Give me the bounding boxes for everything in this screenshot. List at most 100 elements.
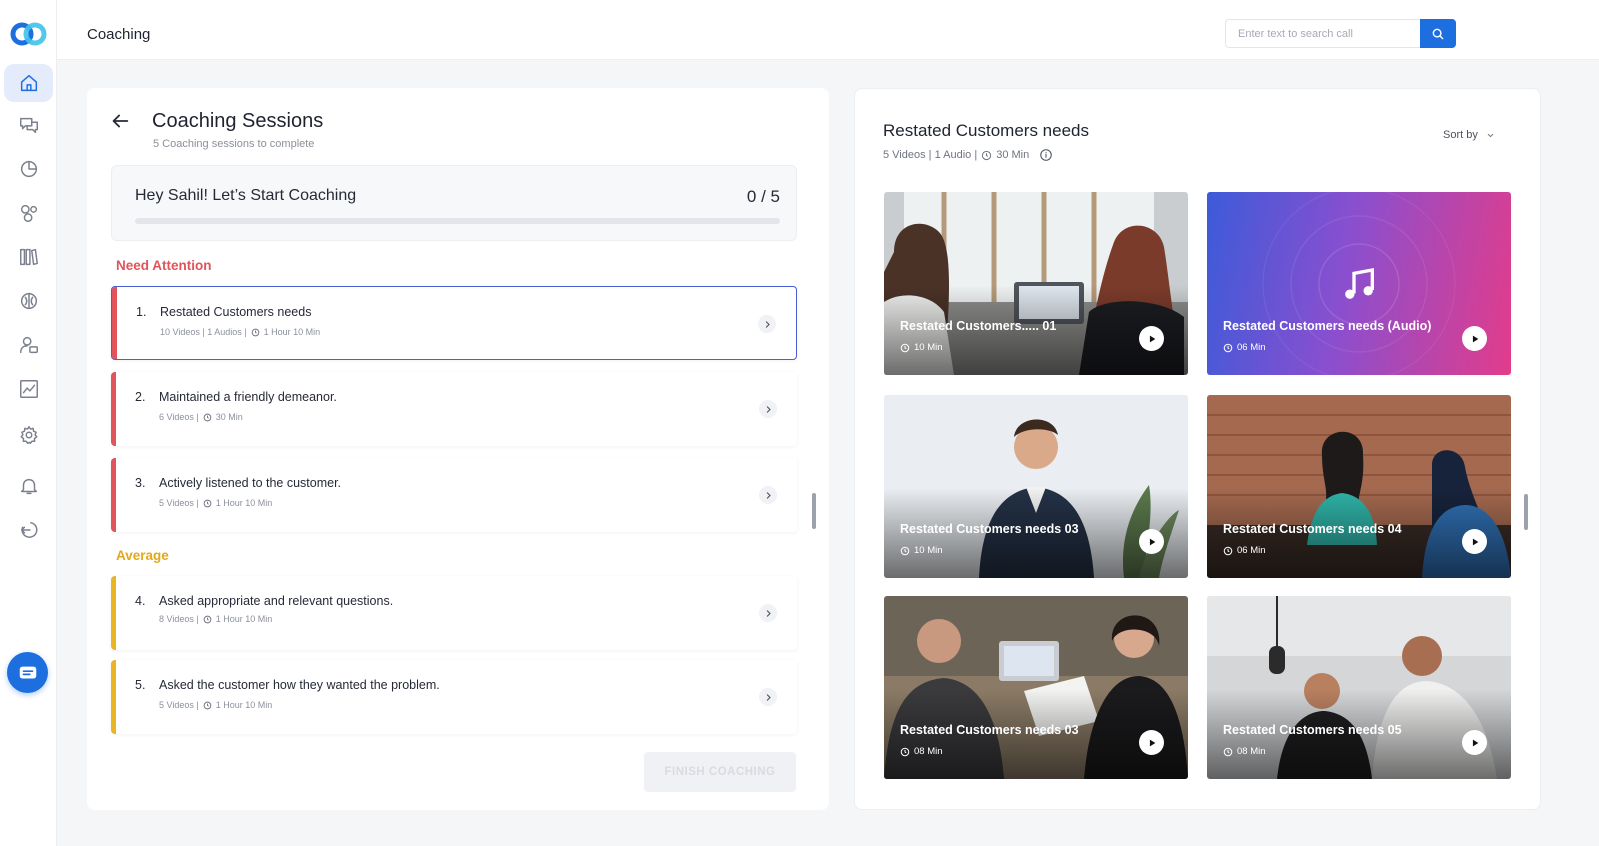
card-title: Restated Customers needs 03 [900, 723, 1079, 737]
session-meta: 8 Videos | 1 Hour 10 Min [159, 614, 272, 624]
support-chat-button[interactable] [7, 652, 48, 693]
card-title: Restated Customers needs 05 [1223, 723, 1402, 737]
session-meta: 6 Videos | 30 Min [159, 412, 243, 422]
greeting-text: Hey Sahil! Let’s Start Coaching [135, 187, 357, 204]
brain-icon [20, 292, 37, 310]
sidebar-item-teams[interactable] [4, 194, 53, 232]
gear-icon [19, 426, 38, 444]
trend-chart-icon [19, 380, 38, 398]
video-card[interactable]: Restated Customers needs 04 06 Min [1207, 395, 1511, 578]
status-bar [111, 372, 116, 446]
session-title: Actively listened to the customer. [159, 476, 342, 490]
page-title: Coaching Sessions [152, 110, 324, 132]
session-row[interactable]: 4. Asked appropriate and relevant questi… [111, 576, 797, 650]
app-logo[interactable] [10, 22, 48, 46]
library-icon [19, 248, 38, 266]
status-bar [112, 287, 117, 359]
music-note-icon [1345, 268, 1374, 299]
video-card[interactable]: Restated Customers needs 05 08 Min [1207, 596, 1511, 779]
logout-icon [20, 521, 37, 538]
session-media-count: 8 Videos | [159, 614, 199, 624]
session-media-count: 6 Videos | [159, 412, 199, 422]
session-title: Asked the customer how they wanted the p… [159, 678, 440, 692]
right-panel-scrollbar[interactable] [1524, 494, 1528, 530]
session-meta: 10 Videos | 1 Audios | 1 Hour 10 Min [160, 327, 320, 337]
clock-icon [900, 546, 910, 555]
card-duration-text: 06 Min [1237, 342, 1266, 353]
search-input[interactable] [1225, 19, 1420, 48]
finish-coaching-button[interactable]: FINISH COACHING [644, 752, 796, 792]
top-bar: Coaching [57, 0, 1599, 60]
bubbles-icon [20, 204, 37, 222]
sidebar-item-users[interactable] [4, 326, 53, 364]
session-number: 4. [135, 594, 146, 608]
page-subtitle: 5 Coaching sessions to complete [153, 138, 315, 150]
search-button[interactable] [1420, 19, 1456, 48]
coaching-sessions-panel: Coaching Sessions 5 Coaching sessions to… [87, 88, 829, 810]
clock-icon [203, 701, 212, 709]
session-meta: 5 Videos | 1 Hour 10 Min [159, 700, 272, 710]
sort-by-dropdown[interactable]: Sort by [1443, 129, 1495, 141]
sidebar-item-settings[interactable] [4, 416, 53, 454]
session-row[interactable]: 1. Restated Customers needs 10 Videos | … [111, 286, 797, 360]
card-duration-text: 10 Min [914, 545, 943, 556]
pie-chart-icon [20, 160, 37, 178]
session-row[interactable]: 3. Actively listened to the customer. 5 … [111, 458, 797, 532]
clock-icon [1223, 343, 1233, 352]
sidebar-item-conversations[interactable] [4, 106, 53, 144]
clock-icon [203, 413, 212, 421]
session-media-count: 5 Videos | [159, 498, 199, 508]
session-media-count: 5 Videos | [159, 700, 199, 710]
video-card[interactable]: Restated Customers needs 03 08 Min [884, 596, 1188, 779]
open-session-button[interactable] [759, 400, 777, 418]
progress-card: Hey Sahil! Let’s Start Coaching 0 / 5 [111, 165, 797, 241]
chevron-down-icon [1487, 133, 1494, 137]
card-duration: 08 Min [1223, 746, 1266, 757]
clock-icon [1223, 546, 1233, 555]
play-button[interactable] [1462, 529, 1487, 554]
open-session-button[interactable] [759, 604, 777, 622]
page-header-title: Coaching [87, 26, 151, 43]
clock-icon [900, 747, 910, 756]
audio-card[interactable]: Restated Customers needs (Audio) 06 Min [1207, 192, 1511, 375]
play-button[interactable] [1139, 730, 1164, 755]
user-settings-icon [19, 336, 38, 354]
sidebar-item-insights[interactable] [4, 282, 53, 320]
play-button[interactable] [1139, 326, 1164, 351]
open-session-button[interactable] [759, 486, 777, 504]
info-icon[interactable] [1039, 148, 1053, 162]
sort-by-label: Sort by [1443, 129, 1478, 141]
clock-icon [982, 150, 992, 160]
open-session-button[interactable] [759, 688, 777, 706]
left-panel-scrollbar[interactable] [812, 493, 816, 529]
play-icon [1472, 739, 1478, 746]
play-button[interactable] [1462, 730, 1487, 755]
sidebar-item-analytics[interactable] [4, 150, 53, 188]
sidebar-item-home[interactable] [4, 64, 53, 102]
session-row[interactable]: 2. Maintained a friendly demeanor. 6 Vid… [111, 372, 797, 446]
play-icon [1149, 538, 1155, 545]
card-duration: 10 Min [900, 342, 943, 353]
session-row[interactable]: 5. Asked the customer how they wanted th… [111, 660, 797, 734]
sidebar-item-logout[interactable] [4, 511, 53, 549]
video-card[interactable]: Restated Customers..... 01 10 Min [884, 192, 1188, 375]
session-duration: 1 Hour 10 Min [263, 327, 321, 337]
play-button[interactable] [1139, 529, 1164, 554]
chevron-right-icon [766, 693, 771, 701]
card-title: Restated Customers needs 03 [900, 522, 1079, 536]
session-number: 2. [135, 390, 146, 404]
detail-title: Restated Customers needs [883, 121, 1089, 140]
video-card[interactable]: Restated Customers needs 03 10 Min [884, 395, 1188, 578]
clock-icon [251, 328, 259, 336]
session-meta: 5 Videos | 1 Hour 10 Min [159, 498, 272, 508]
chevron-right-icon [766, 405, 771, 413]
sidebar-item-library[interactable] [4, 238, 53, 276]
play-icon [1472, 335, 1478, 342]
sidebar-item-notifications[interactable] [4, 467, 53, 505]
chevron-right-icon [766, 491, 771, 499]
card-duration-text: 06 Min [1237, 545, 1266, 556]
sidebar-item-reports[interactable] [4, 370, 53, 408]
open-session-button[interactable] [758, 315, 776, 333]
play-button[interactable] [1462, 326, 1487, 351]
back-arrow-icon[interactable] [109, 110, 131, 132]
